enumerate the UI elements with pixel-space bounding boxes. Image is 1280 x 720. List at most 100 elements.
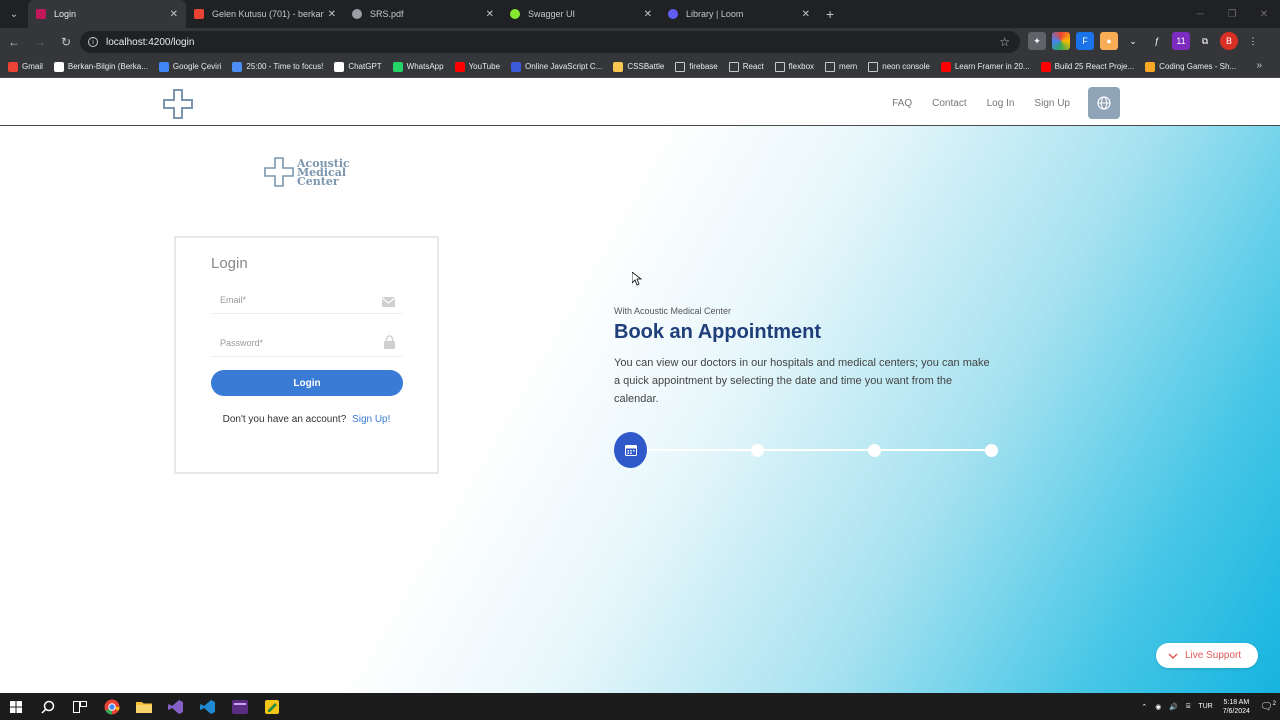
steps-line [644,449,992,451]
nav-contact-link[interactable]: Contact [932,98,966,109]
appointment-steps [614,432,1004,468]
extension-icon[interactable]: ● [1100,32,1118,50]
tab-search-icon[interactable]: ⌄ [0,0,28,28]
site-info-icon[interactable]: i [88,37,98,47]
reload-icon[interactable]: ↻ [54,30,78,54]
extension-icon[interactable]: ✦ [1028,32,1046,50]
nav-faq-link[interactable]: FAQ [892,98,912,109]
clock[interactable]: 5:18 AM 7/6/2024 [1223,698,1250,716]
function-icon[interactable]: ƒ [1148,32,1166,50]
live-support-button[interactable]: Live Support [1156,643,1258,668]
folder-icon [868,61,879,72]
visual-studio-icon[interactable] [160,693,192,720]
step-dot[interactable] [868,444,881,457]
close-icon[interactable]: ✕ [328,9,336,20]
bookmark-item[interactable]: React [728,61,764,72]
language-globe-button[interactable] [1088,87,1120,119]
task-view-icon[interactable] [64,693,96,720]
bookmark-item[interactable]: Coding Games - Sh... [1145,61,1236,72]
windows-start-icon[interactable] [0,693,32,720]
no-account-text: Don't you have an account? [222,414,347,425]
tab-gmail[interactable]: Gelen Kutusu (701) - berkan14... ✕ [186,0,344,28]
extension-icon[interactable]: ⌄ [1124,32,1142,50]
bookmark-item[interactable]: CSSBattle [613,61,664,72]
bookmark-star-icon[interactable]: ☆ [999,35,1010,49]
bookmark-item[interactable]: neon console [868,61,930,72]
login-button[interactable]: Login [211,370,403,396]
bookmark-item[interactable]: mern [825,61,857,72]
tab-srs-pdf[interactable]: SRS.pdf ✕ [344,0,502,28]
more-bookmarks-icon[interactable]: » [1256,60,1262,71]
close-window-icon[interactable]: ✕ [1248,0,1280,28]
search-icon[interactable] [32,693,64,720]
bookmark-item[interactable]: flexbox [774,61,814,72]
address-bar[interactable]: i localhost:4200/login ☆ [80,31,1020,53]
bookmark-item[interactable]: Google Çeviri [158,61,222,72]
maximize-icon[interactable]: ❐ [1216,0,1248,28]
site-logo-icon[interactable] [162,88,194,125]
file-explorer-icon[interactable] [128,693,160,720]
bookmark-label: neon console [882,62,930,71]
nav-signup-link[interactable]: Sign Up [1034,98,1070,109]
volume-icon[interactable]: 🔊 [1169,703,1178,711]
system-tray: ⌃ ◉ 🔊 ⌸ TUR 5:18 AM 7/6/2024 🗨2 [1137,693,1280,720]
terminal-app-icon[interactable] [224,693,256,720]
bookmark-item[interactable]: Gmail [8,61,43,72]
notepad-app-icon[interactable] [256,693,288,720]
hero-subtitle: With Acoustic Medical Center [614,306,732,316]
calendar-step-button[interactable] [614,432,647,468]
step-dot[interactable] [985,444,998,457]
step-dot[interactable] [751,444,764,457]
close-icon[interactable]: ✕ [802,9,810,20]
window-controls: ─ ❐ ✕ [1184,0,1280,28]
extension-badge-icon[interactable]: 11 [1172,32,1190,50]
calendar-icon [624,445,637,456]
bookmark-label: YouTube [468,62,501,71]
bookmark-item[interactable]: ChatGPT [334,61,382,72]
color-picker-icon[interactable] [1052,32,1070,50]
tab-label: Library | Loom [686,9,744,19]
bookmark-item[interactable]: Online JavaScript C... [511,61,602,72]
tab-login[interactable]: Login ✕ [28,0,186,28]
chevron-up-icon[interactable]: ⌃ [1141,703,1147,711]
new-tab-button[interactable]: + [826,6,834,22]
discord-icon[interactable]: ◉ [1155,703,1161,711]
clock-date: 7/6/2024 [1222,707,1250,715]
email-input[interactable] [211,288,371,312]
tab-favicon-icon [36,9,46,19]
url-text: localhost:4200/login [106,36,195,48]
tab-swagger[interactable]: Swagger UI ✕ [502,0,660,28]
bookmark-label: Learn Framer in 20... [954,62,1030,71]
close-icon[interactable]: ✕ [644,9,652,20]
close-icon[interactable]: ✕ [486,9,494,20]
menu-kebab-icon[interactable]: ⋮ [1244,32,1262,50]
profile-avatar[interactable]: B [1220,32,1238,50]
network-icon[interactable]: ⌸ [1186,703,1190,711]
bookmark-item[interactable]: Learn Framer in 20... [940,61,1030,72]
bookmark-favicon-icon [232,61,243,72]
password-input[interactable] [211,331,371,355]
signup-link[interactable]: Sign Up! [352,414,390,425]
back-icon[interactable]: ← [2,30,26,54]
nav-login-link[interactable]: Log In [987,98,1015,109]
bookmark-item[interactable]: YouTube [454,61,501,72]
form-extension-icon[interactable]: F [1076,32,1094,50]
extensions-puzzle-icon[interactable]: ⧉ [1196,32,1214,50]
bookmark-item[interactable]: WhatsApp [392,61,444,72]
site-nav: FAQ Contact Log In Sign Up [872,80,1120,126]
bookmark-item[interactable]: Build 25 React Proje... [1040,61,1134,72]
bookmark-item[interactable]: Berkan-Bilgin (Berka... [53,61,148,72]
tab-loom[interactable]: Library | Loom ✕ [660,0,818,28]
language-indicator[interactable]: TUR [1198,703,1212,710]
close-icon[interactable]: ✕ [170,9,178,20]
bookmark-label: React [742,62,764,71]
forward-icon[interactable]: → [28,30,52,54]
vscode-icon[interactable] [192,693,224,720]
notification-center-icon[interactable]: 🗨2 [1260,701,1276,712]
bookmark-item[interactable]: firebase [675,61,718,72]
minimize-icon[interactable]: ─ [1184,0,1216,28]
bookmark-label: Google Çeviri [172,62,222,71]
bookmark-item[interactable]: 25:00 - Time to focus! [232,61,323,72]
chrome-icon[interactable] [96,693,128,720]
bookmark-favicon-icon [613,61,624,72]
